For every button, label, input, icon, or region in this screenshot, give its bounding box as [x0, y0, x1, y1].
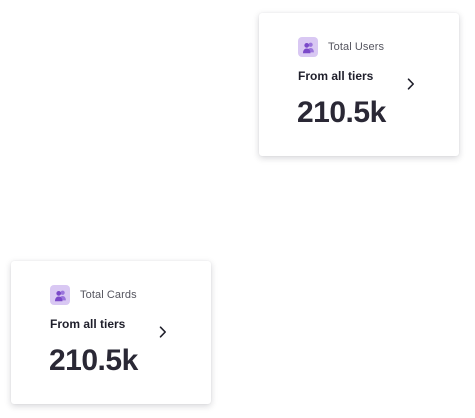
total-cards-card[interactable]: Total Cards From all tiers 210.5k: [11, 261, 211, 404]
card-subtitle: From all tiers: [298, 69, 374, 83]
card-value: 210.5k: [297, 96, 386, 129]
chevron-right-icon[interactable]: [157, 325, 169, 339]
card-subtitle: From all tiers: [50, 317, 126, 331]
card-title: Total Users: [328, 41, 385, 53]
chevron-right-icon[interactable]: [405, 77, 417, 91]
total-users-card[interactable]: Total Users From all tiers 210.5k: [259, 13, 459, 156]
card-value: 210.5k: [49, 344, 138, 377]
users-icon: [298, 37, 318, 57]
card-title: Total Cards: [80, 289, 137, 301]
users-icon: [50, 285, 70, 305]
dashboard-canvas: Total Users From all tiers 210.5k Total …: [0, 0, 475, 418]
